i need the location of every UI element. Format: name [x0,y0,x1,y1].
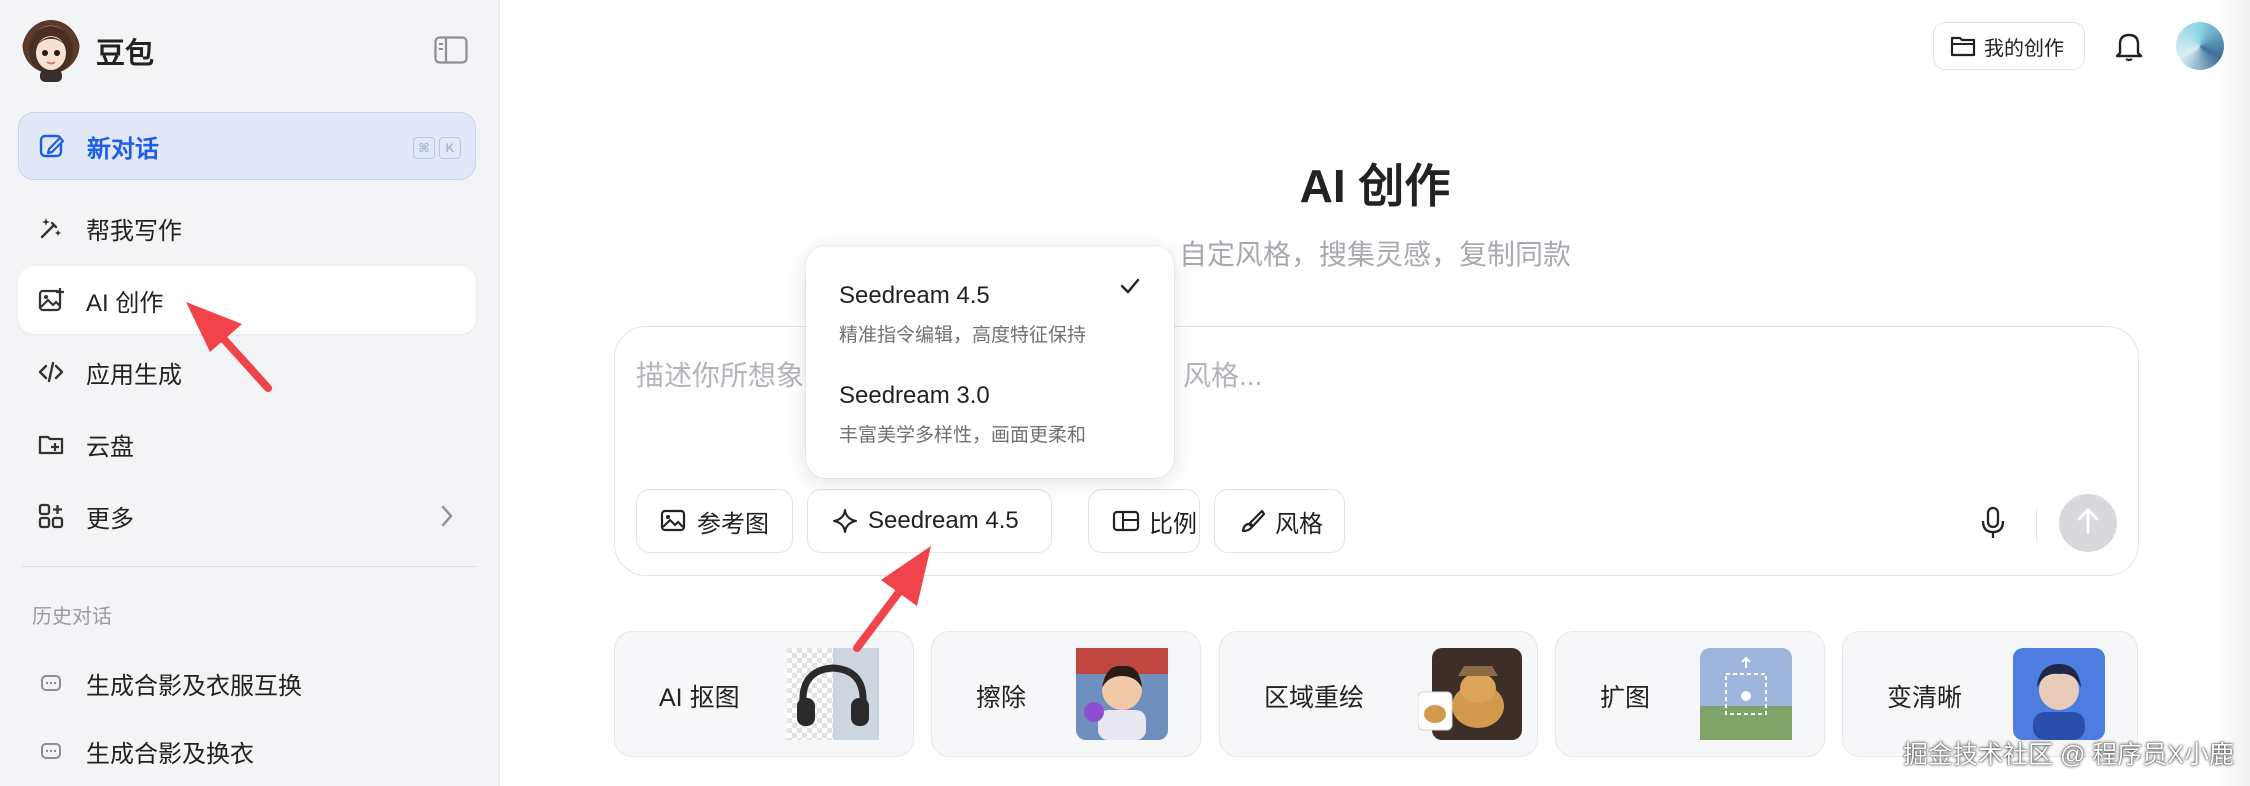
bell-icon[interactable] [2114,30,2144,62]
card-cutout[interactable]: AI 抠图 [614,631,914,757]
chevron-right-icon [440,504,454,535]
reference-image-button[interactable]: 参考图 [636,489,793,553]
sidebar-item-ai-create[interactable]: AI 创作 [18,266,476,334]
send-button[interactable] [2059,494,2117,552]
history-label: 生成合影及换衣 [86,741,254,768]
image-upload-icon [659,506,689,536]
image-plus-icon [36,285,66,315]
card-label: 扩图 [1600,684,1651,712]
page-title: AI 创作 [1299,160,1451,212]
my-creations-button[interactable]: 我的创作 [1933,22,2085,70]
chat-bubble-icon [40,741,62,763]
model-select-button[interactable]: Seedream 4.5 [807,489,1052,553]
history-label: 生成合影及衣服互换 [86,673,302,700]
watermark: 掘金技术社区 @ 程序员X小鹿 [1903,741,2234,769]
brush-icon [1237,506,1267,536]
scroll-shade [2215,0,2250,786]
card-inpaint[interactable]: 区域重绘 [1219,631,1538,757]
card-erase[interactable]: 擦除 [931,631,1201,757]
model-option-name: Seedream 3.0 [839,382,990,409]
ratio-button[interactable]: 比例 [1088,489,1200,553]
sidebar-item-app-gen[interactable]: 应用生成 [18,338,476,406]
history-item[interactable]: 生成合影及换衣 [40,734,254,769]
folder-icon [1950,35,1976,57]
history-item[interactable]: 生成合影及衣服互换 [40,666,302,701]
code-icon [36,357,66,387]
sidebar: 豆包 新对话 ⌘ K 帮我写作 AI 创作 应用生成 云盘 更多 历史对话 生成… [0,0,500,786]
tool-label: 风格 [1275,510,1323,538]
card-label: 变清晰 [1887,684,1963,712]
history-title: 历史对话 [32,606,112,628]
toolbar-separator [2036,509,2037,541]
sidebar-item-label: AI 创作 [86,289,164,317]
model-option-desc: 丰富美学多样性，画面更柔和 [839,425,1087,446]
sidebar-divider [22,566,477,567]
sidebar-item-label: 更多 [86,505,134,533]
dog-photo-thumbnail [1417,648,1522,740]
brand-name: 豆包 [96,38,155,70]
model-option-desc: 精准指令编辑，高度特征保持 [839,325,1087,346]
sidebar-item-label: 云盘 [86,433,134,461]
arrow-up-icon [2076,507,2100,540]
girl-photo-thumbnail [1076,648,1168,740]
prompt-placeholder-tail: 风格... [1183,360,1263,391]
brand[interactable]: 豆包 [22,20,154,82]
tool-label: Seedream 4.5 [868,507,1019,534]
microphone-icon[interactable] [1978,505,2008,541]
my-creations-label: 我的创作 [1984,37,2064,60]
card-label: AI 抠图 [659,684,740,712]
card-label: 擦除 [976,684,1027,712]
check-icon [1118,276,1142,296]
model-option[interactable]: Seedream 3.0 丰富美学多样性，画面更柔和 [839,382,1086,447]
sidebar-toggle-icon[interactable] [434,36,468,64]
card-label: 区域重绘 [1264,684,1365,712]
chat-bubble-icon [40,673,62,695]
grid-plus-icon [36,501,66,531]
model-option[interactable]: Seedream 4.5 精准指令编辑，高度特征保持 [839,282,1086,347]
card-expand[interactable]: 扩图 [1555,631,1825,757]
landscape-thumbnail [1700,648,1792,740]
tool-label: 比例 [1149,510,1197,538]
sparkle-icon [830,506,860,536]
portrait-thumbnail [2013,648,2105,740]
sidebar-item-label: 应用生成 [86,361,182,389]
model-option-name: Seedream 4.5 [839,282,990,309]
sidebar-item-more[interactable]: 更多 [18,482,476,550]
aspect-ratio-icon [1111,506,1141,536]
headphones-thumbnail [787,648,879,740]
style-button[interactable]: 风格 [1214,489,1345,553]
prompt-placeholder[interactable]: 描述你所想象 [636,354,804,394]
cloud-folder-icon [36,429,66,459]
brand-avatar [22,20,80,82]
tool-label: 参考图 [697,510,769,538]
sidebar-item-cloud[interactable]: 云盘 [18,410,476,478]
